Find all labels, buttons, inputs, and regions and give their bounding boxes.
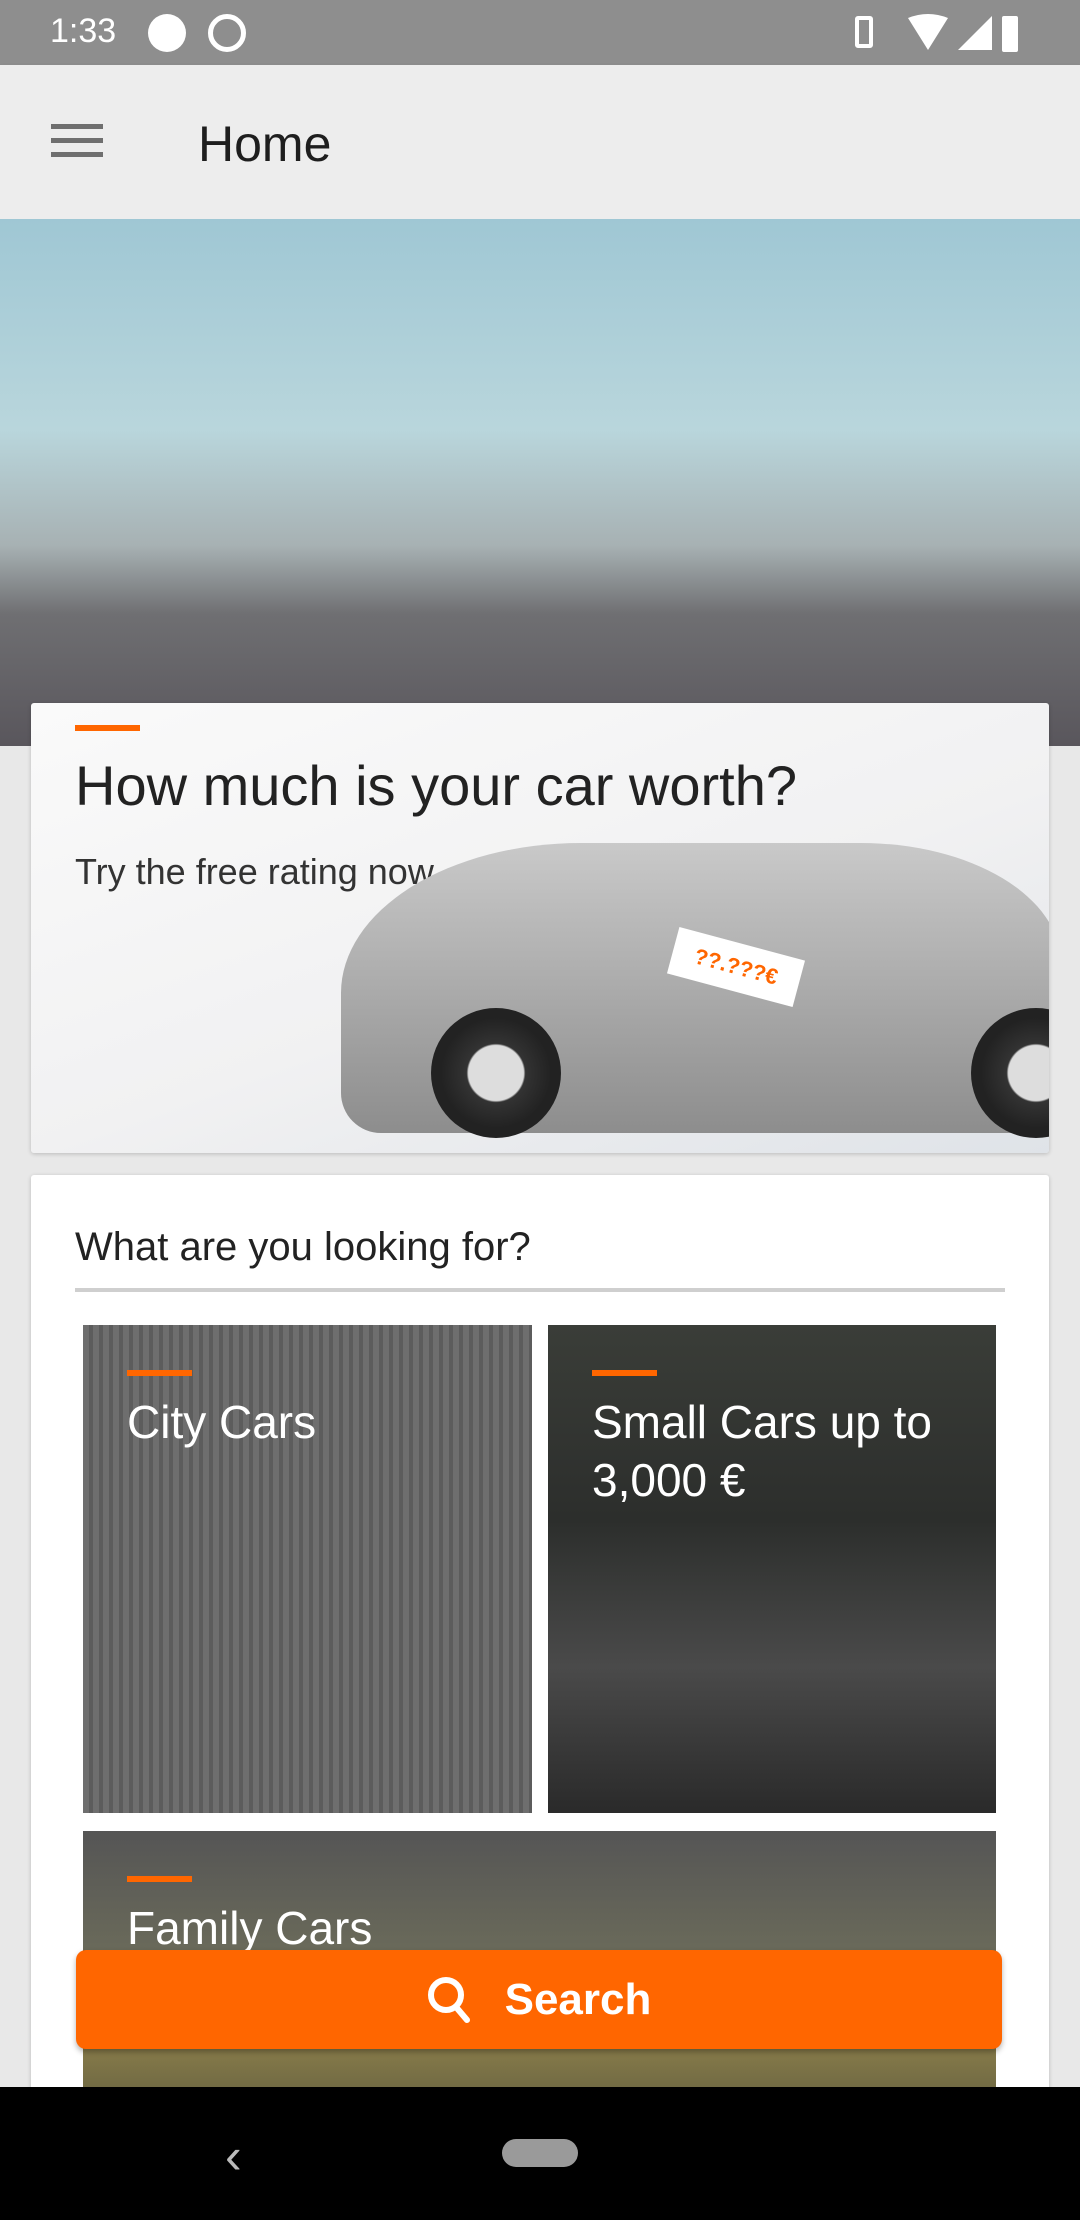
search-icon [427,1976,470,2023]
car-wheel [431,1008,561,1138]
category-tile-city-cars[interactable]: City Cars [83,1325,532,1813]
tile-label: Small Cars up to 3,000 € [592,1396,933,1506]
car-valuation-card[interactable]: How much is your car worth? Try the free… [31,703,1049,1153]
back-icon[interactable]: ‹ [225,2127,242,2185]
hero-image [0,219,1080,746]
search-button[interactable]: Search [76,1950,1002,2049]
category-tile-small-cars[interactable]: Small Cars up to 3,000 € [548,1325,996,1813]
hamburger-icon[interactable] [51,124,103,160]
home-pill-icon[interactable] [502,2139,578,2167]
categories-title: What are you looking for? [75,1225,531,1269]
accent-bar [127,1876,192,1882]
wifi-signal-icon [908,14,1018,52]
accent-bar [592,1370,657,1376]
status-time: 1:33 [50,12,117,50]
valuation-subtitle: Try the free rating now. [75,851,442,892]
tile-label: City Cars [127,1396,317,1448]
divider [75,1288,1005,1292]
tile-label: Family Cars [127,1902,373,1954]
app-notification-icon [208,14,246,52]
accent-bar [127,1370,192,1376]
page-title: Home [198,116,332,172]
navigation-bar: ‹ [0,2087,1080,2220]
status-bar: 1:33 [0,0,1080,65]
app-bar: Home [0,65,1080,219]
screenshot-notification-icon [148,14,186,52]
vibrate-icon [855,16,873,48]
accent-bar [75,725,140,731]
search-label: Search [504,1974,652,2024]
valuation-title: How much is your car worth? [75,754,798,817]
